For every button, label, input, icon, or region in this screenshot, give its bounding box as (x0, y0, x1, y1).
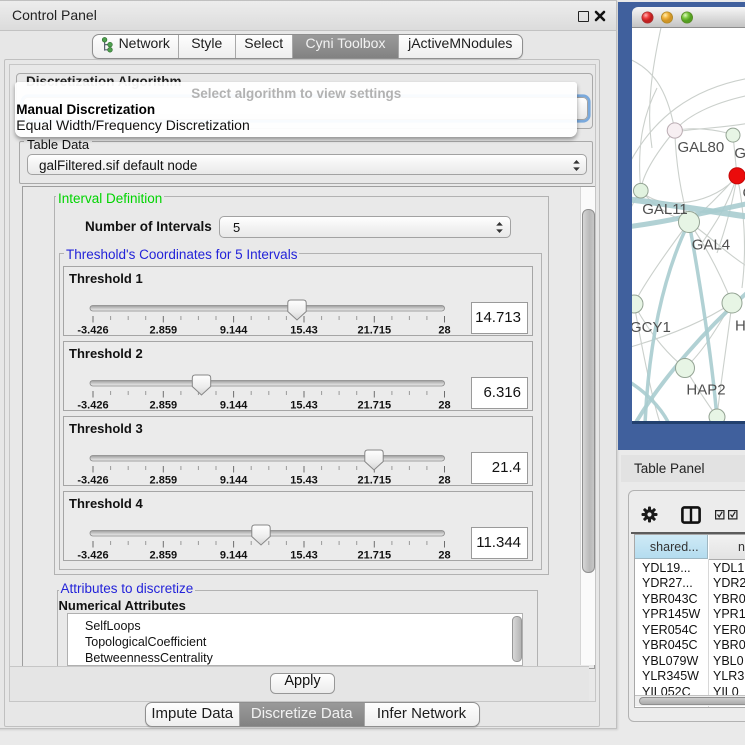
svg-text:2.859: 2.859 (150, 475, 178, 487)
svg-text:15.43: 15.43 (290, 325, 318, 337)
svg-text:GA: GA (734, 145, 745, 162)
svg-text:GCY1: GCY1 (632, 319, 671, 336)
svg-text:9.144: 9.144 (220, 400, 248, 412)
svg-text:21.715: 21.715 (357, 400, 391, 412)
svg-text:-3.426: -3.426 (77, 325, 108, 337)
svg-text:2.859: 2.859 (150, 550, 178, 562)
svg-text:15.43: 15.43 (290, 475, 318, 487)
svg-text:H: H (735, 318, 745, 335)
svg-text:HAP2: HAP2 (686, 382, 725, 399)
svg-text:15.43: 15.43 (290, 400, 318, 412)
svg-text:28: 28 (438, 475, 450, 487)
svg-text:GAL80: GAL80 (678, 139, 725, 156)
svg-text:28: 28 (438, 400, 450, 412)
svg-text:21.715: 21.715 (357, 325, 391, 337)
svg-text:GAL4: GAL4 (692, 237, 730, 254)
svg-text:2.859: 2.859 (150, 325, 178, 337)
svg-text:28: 28 (438, 550, 450, 562)
svg-text:9.144: 9.144 (220, 475, 248, 487)
svg-text:21.715: 21.715 (357, 475, 391, 487)
svg-text:-3.426: -3.426 (77, 400, 108, 412)
svg-text:9.144: 9.144 (220, 325, 248, 337)
svg-text:21.715: 21.715 (357, 550, 391, 562)
svg-text:15.43: 15.43 (290, 550, 318, 562)
svg-text:28: 28 (438, 325, 450, 337)
svg-text:-3.426: -3.426 (77, 550, 108, 562)
svg-text:9.144: 9.144 (220, 550, 248, 562)
svg-text:GAL11: GAL11 (642, 201, 688, 218)
svg-text:2.859: 2.859 (150, 400, 178, 412)
svg-text:-3.426: -3.426 (77, 475, 108, 487)
